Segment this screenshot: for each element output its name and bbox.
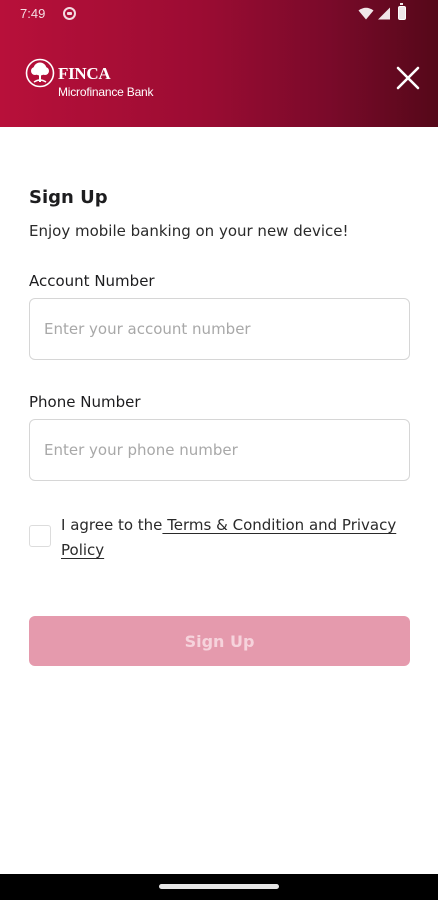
battery-icon <box>398 3 406 20</box>
status-bar: 7:49 <box>0 0 438 30</box>
home-indicator[interactable] <box>159 884 279 889</box>
close-icon[interactable] <box>394 64 422 92</box>
agree-prefix: I agree to the <box>61 516 163 534</box>
sign-up-button[interactable]: Sign Up <box>29 616 410 666</box>
wifi-icon <box>358 7 374 20</box>
phone-number-input[interactable] <box>29 419 410 481</box>
tree-logo-icon <box>25 58 55 88</box>
account-number-input[interactable] <box>29 298 410 360</box>
agree-text: I agree to the Terms & Condition and Pri… <box>61 513 401 563</box>
page-title: Sign Up <box>29 187 108 208</box>
system-nav-bar <box>0 874 438 900</box>
phone-number-label: Phone Number <box>29 393 141 411</box>
brand-name: FINCA <box>58 64 111 83</box>
account-number-label: Account Number <box>29 272 155 290</box>
agree-checkbox[interactable] <box>29 525 51 547</box>
status-time: 7:49 <box>20 6 46 21</box>
finca-logo: FINCA Microfinance Bank <box>25 58 175 99</box>
brand-subtitle: Microfinance Bank <box>58 85 154 99</box>
app-header: 7:49 FINCA Microfinance Bank <box>0 0 438 127</box>
cell-signal-icon <box>378 7 390 20</box>
page-subtitle: Enjoy mobile banking on your new device! <box>29 222 349 240</box>
notification-icon <box>63 7 76 20</box>
